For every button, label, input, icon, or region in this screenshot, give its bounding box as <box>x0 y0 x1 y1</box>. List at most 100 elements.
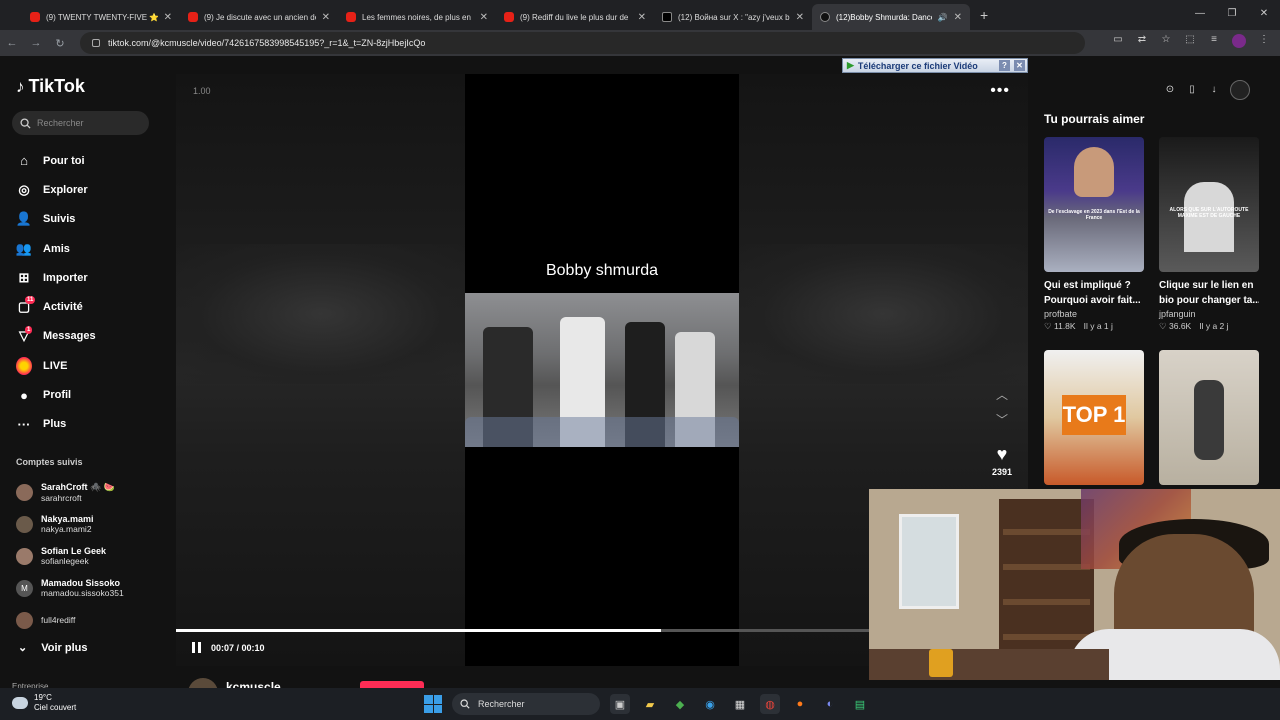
chevron-down-icon: ⌄ <box>18 642 28 654</box>
back-icon[interactable]: ← <box>0 37 24 49</box>
playback-speed[interactable]: 1.00 <box>193 86 211 96</box>
video-frame <box>465 293 739 447</box>
maximize-icon[interactable]: ❐ <box>1216 0 1248 28</box>
account-name: Sofian Le Geek <box>41 546 107 556</box>
nav-item-activite[interactable]: ▢ 11 Activité <box>16 292 96 321</box>
task-view-icon[interactable]: ▣ <box>610 694 630 714</box>
nav-item-suivis[interactable]: 👤 Suivis <box>16 205 96 234</box>
close-window-icon[interactable]: ✕ <box>1248 0 1280 28</box>
browser-tab[interactable]: (9) TWENTY TWENTY-FIVE ⭐ ✕ <box>22 4 180 30</box>
followed-account[interactable]: Sofian Le Geek sofianlegeek <box>16 540 124 572</box>
speaker-icon[interactable]: 🔊 <box>938 13 948 22</box>
forward-icon[interactable]: → <box>24 37 48 49</box>
video-progress-bar[interactable] <box>176 629 869 632</box>
like-button[interactable]: ♥ 2391 <box>992 444 1012 477</box>
close-icon[interactable]: ✕ <box>480 12 488 23</box>
chevron-down-icon[interactable]: ﹀ <box>996 411 1008 428</box>
translate-icon[interactable]: ⇄ <box>1136 34 1148 46</box>
card-meta: ♡ 36.6K Il y a 2 j <box>1159 321 1259 332</box>
recommended-video-card[interactable] <box>1159 350 1259 485</box>
nav-label: Messages <box>43 330 96 343</box>
weather-widget[interactable]: 19°C Ciel couvert <box>12 693 76 713</box>
card-likes: 11.8K <box>1054 321 1076 331</box>
browser-tab[interactable]: (9) Rediff du live le plus dur de ✕ <box>496 4 654 30</box>
profile-avatar-icon[interactable] <box>1232 34 1246 48</box>
minimize-icon[interactable]: — <box>1184 0 1216 28</box>
bookmark-star-icon[interactable]: ☆ <box>1160 34 1172 46</box>
media-icon[interactable]: ≡ <box>1208 34 1220 46</box>
new-tab-button[interactable]: + <box>980 7 988 23</box>
url-field[interactable]: tiktok.com/@kcmuscle/video/7426167583998… <box>80 32 1085 54</box>
browser-tab[interactable]: (12) Война sur X : "azy j'veux b ✕ <box>654 4 812 30</box>
extensions-icon[interactable]: ⬚ <box>1184 34 1196 46</box>
notification-badge: 11 <box>25 296 36 305</box>
nav-item-live[interactable]: LIVE <box>16 351 96 380</box>
browser-tab[interactable]: (9) Je discute avec un ancien de ✕ <box>180 4 338 30</box>
edge-icon[interactable]: ◉ <box>700 694 720 714</box>
help-button[interactable]: ? <box>999 60 1010 71</box>
nav-item-profil[interactable]: ● Profil <box>16 380 96 409</box>
chrome-icon[interactable]: ◍ <box>760 694 780 714</box>
nav-item-plus[interactable]: ··· Plus <box>16 410 96 439</box>
discord-icon[interactable]: ◐ <box>820 694 840 714</box>
close-icon[interactable]: ✕ <box>796 12 804 23</box>
device-icon[interactable]: ▯ <box>1186 84 1198 96</box>
video-canvas[interactable]: Bobby shmurda <box>465 74 739 666</box>
install-icon[interactable]: ▭ <box>1112 34 1124 46</box>
file-explorer-icon[interactable]: ▰ <box>640 694 660 714</box>
store-icon[interactable]: ▦ <box>730 694 750 714</box>
followed-account[interactable]: M Mamadou Sissoko mamadou.sissoko351 <box>16 572 124 604</box>
chevron-up-icon[interactable]: ︿ <box>996 386 1008 403</box>
app-icon[interactable]: ▤ <box>850 694 870 714</box>
close-icon[interactable]: ✕ <box>954 12 962 23</box>
taskbar-search[interactable]: Rechercher <box>452 693 600 715</box>
nav-item-importer[interactable]: ⊞ Importer <box>16 263 96 292</box>
nav-label: Explorer <box>43 183 88 196</box>
nvidia-icon[interactable]: ◆ <box>670 694 690 714</box>
nav-item-pour-toi[interactable]: ⌂ Pour toi <box>16 146 96 175</box>
video-thumbnail: ALORS QUE SUR L'AUTOROUTE MAXIME EST DE … <box>1159 137 1259 272</box>
recommended-video-card[interactable]: De l'esclavage en 2023 dans l'Est de la … <box>1044 137 1144 332</box>
windows-start-icon[interactable] <box>424 695 442 713</box>
browser-tab-strip: (9) TWENTY TWENTY-FIVE ⭐ ✕ (9) Je discute… <box>0 0 1280 30</box>
see-more-button[interactable]: ⌄ Voir plus <box>18 641 87 655</box>
close-banner-button[interactable]: ✕ <box>1014 60 1025 71</box>
friends-icon: 👥 <box>15 240 33 256</box>
download-icon[interactable]: ↓ <box>1208 84 1220 96</box>
user-avatar[interactable] <box>1230 80 1250 100</box>
followed-account[interactable]: full4rediff <box>16 604 124 636</box>
account-handle: sofianlegeek <box>41 556 89 566</box>
reload-icon[interactable]: ↻ <box>48 37 72 50</box>
site-info-icon[interactable] <box>92 39 100 47</box>
tiktok-logo[interactable]: ♪ TikTok <box>16 76 85 97</box>
more-options-icon[interactable]: ••• <box>990 82 1010 100</box>
search-input[interactable]: Rechercher <box>12 111 149 135</box>
card-author[interactable]: jpfanguin <box>1159 309 1259 319</box>
close-icon[interactable]: ✕ <box>164 12 172 23</box>
close-icon[interactable]: ✕ <box>638 12 646 23</box>
thumbnail-caption: ALORS QUE SUR L'AUTOROUTE MAXIME EST DE … <box>1169 207 1249 219</box>
followed-account[interactable]: Nakya.mami nakya.mami2 <box>16 508 124 540</box>
tab-title: (9) Rediff du live le plus dur de <box>520 12 629 22</box>
firefox-icon[interactable]: ● <box>790 694 810 714</box>
pause-icon[interactable] <box>192 642 201 653</box>
card-author[interactable]: profbate <box>1044 309 1144 319</box>
account-name: SarahCroft 🕷️ 🍉 <box>41 481 115 492</box>
nav-item-messages[interactable]: ▽ 1 Messages <box>16 322 96 351</box>
download-video-banner[interactable]: ▶ Télécharger ce fichier Vidéo ? ✕ <box>842 58 1028 73</box>
nav-item-amis[interactable]: 👥 Amis <box>16 234 96 263</box>
browser-menu-icon[interactable]: ⋮ <box>1258 34 1270 46</box>
followed-account[interactable]: SarahCroft 🕷️ 🍉 sarahrcroft <box>16 476 124 508</box>
browser-tab-active[interactable]: (12)Bobby Shmurda: Dance 🔊 ✕ <box>812 4 970 30</box>
coins-icon[interactable]: ⊙ <box>1164 84 1176 96</box>
avatar: M <box>16 579 33 597</box>
recommended-video-card[interactable]: TOP 1 <box>1044 350 1144 485</box>
browser-tab[interactable]: Les femmes noires, de plus en ✕ <box>338 4 496 30</box>
nav-item-explorer[interactable]: ◎ Explorer <box>16 175 96 204</box>
search-placeholder: Rechercher <box>37 118 84 128</box>
video-progress-fill <box>176 629 662 632</box>
close-icon[interactable]: ✕ <box>322 12 330 23</box>
video-thumbnail <box>1159 350 1259 485</box>
recommended-video-card[interactable]: ALORS QUE SUR L'AUTOROUTE MAXIME EST DE … <box>1159 137 1259 332</box>
account-handle: mamadou.sissoko351 <box>41 588 124 598</box>
